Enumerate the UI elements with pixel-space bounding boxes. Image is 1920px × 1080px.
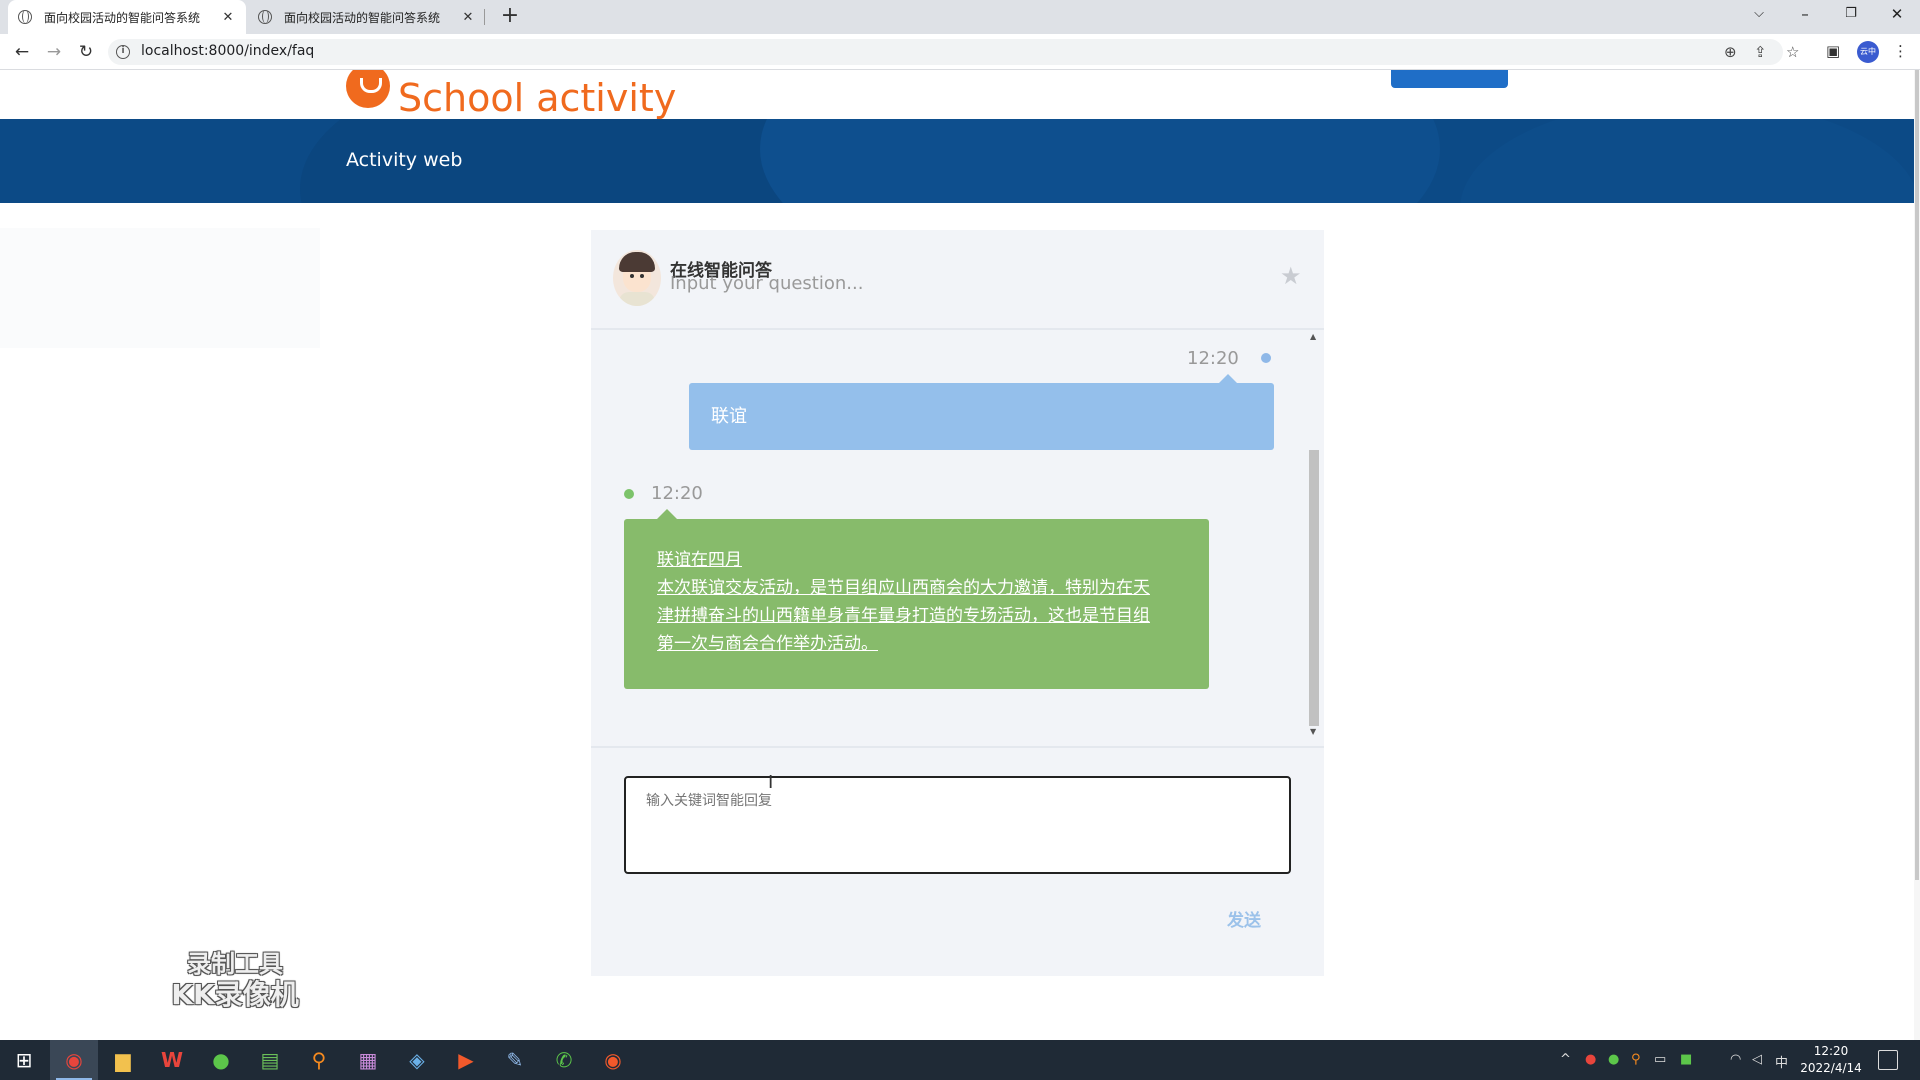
globe-icon: [258, 10, 272, 24]
browser-tab-2[interactable]: 面向校园活动的智能问答系统 ✕: [248, 0, 486, 34]
wps-icon[interactable]: W: [148, 1040, 196, 1080]
scroll-up-icon[interactable]: ▲: [1310, 332, 1316, 341]
wechat-icon[interactable]: ✆: [540, 1040, 588, 1080]
chrome-icon[interactable]: ◉: [50, 1040, 98, 1080]
page-scrollbar-thumb[interactable]: [1915, 70, 1919, 880]
text-cursor-icon: I: [768, 772, 774, 793]
taskbar-clock[interactable]: 12:20 2022/4/14: [1796, 1043, 1866, 1077]
tab-close-icon[interactable]: ✕: [460, 10, 476, 25]
tray-search-icon[interactable]: ⚲: [1631, 1052, 1641, 1067]
volume-icon[interactable]: ◁: [1752, 1052, 1762, 1067]
tab-title: 面向校园活动的智能问答系统: [284, 10, 441, 25]
game-icon[interactable]: ▦: [344, 1040, 392, 1080]
bot-message-line[interactable]: 联谊在四月: [657, 546, 1177, 574]
tab-title: 面向校园活动的智能问答系统: [44, 10, 201, 25]
message-list: 12:20 联谊 12:20 联谊在四月 本次联谊交友活动，是节目组应山西商会的…: [591, 332, 1324, 736]
editor-icon[interactable]: ✎: [491, 1040, 539, 1080]
tray-app-icon[interactable]: ■: [1680, 1052, 1692, 1067]
star-icon[interactable]: ★: [1280, 262, 1302, 290]
watermark-line: 录制工具: [187, 950, 283, 978]
app-icon[interactable]: ●: [197, 1040, 245, 1080]
tray-device-icon[interactable]: ▭: [1654, 1052, 1666, 1067]
send-button[interactable]: 发送: [1227, 906, 1261, 931]
user-message-bubble: 联谊: [689, 374, 1274, 450]
taskbar: ⊞ ◉ ▆ W ● ▤ ⚲ ▦ ◈ ▶ ✎ ✆ ◉ ^ ● ● ⚲ ▭ ■ ◠ …: [0, 1040, 1920, 1080]
message-scrollbar[interactable]: ▲ ▼: [1309, 332, 1319, 736]
clock-date: 2022/4/14: [1800, 1061, 1862, 1075]
tray-wechat-icon[interactable]: ●: [1608, 1052, 1619, 1067]
divider: [591, 746, 1324, 748]
message-time: 12:20: [1187, 348, 1239, 369]
menu-kebab-icon[interactable]: ⋮: [1893, 42, 1908, 60]
notepad-icon[interactable]: ▤: [246, 1040, 294, 1080]
share-icon[interactable]: ⇪: [1754, 43, 1767, 61]
watermark-line: KK录像机: [171, 978, 299, 1011]
notification-icon[interactable]: [1878, 1050, 1898, 1070]
tab-search-chevron-icon[interactable]: ⌵: [1736, 0, 1782, 30]
ime-indicator[interactable]: 中: [1775, 1052, 1788, 1071]
browser-tab-1[interactable]: 面向校园活动的智能问答系统 ✕: [8, 0, 246, 34]
clock-time: 12:20: [1813, 1044, 1849, 1058]
message-input[interactable]: [624, 776, 1291, 874]
page-scrollbar[interactable]: [1914, 70, 1920, 1040]
address-bar[interactable]: i localhost:8000/index/faq ⊕ ⇪ ☆: [108, 39, 1799, 65]
forward-arrow-icon[interactable]: →: [42, 40, 66, 64]
tray-shield-icon[interactable]: ●: [1585, 1052, 1596, 1067]
bot-message-line[interactable]: 津拼搏奋斗的山西籍单身青年量身打造的专场活动，这也是节目组: [657, 602, 1177, 630]
slides-icon[interactable]: ▶: [442, 1040, 490, 1080]
windows-start-icon[interactable]: ⊞: [0, 1040, 48, 1080]
side-placeholder: [0, 228, 320, 348]
bot-message-bubble[interactable]: 联谊在四月 本次联谊交友活动，是节目组应山西商会的大力邀请，特别为在天 津拼搏奋…: [624, 509, 1209, 689]
banner-title: Activity web: [346, 149, 463, 171]
zoom-icon[interactable]: ⊕: [1724, 43, 1737, 61]
site-info-icon[interactable]: i: [116, 45, 130, 59]
app-icon[interactable]: ◈: [393, 1040, 441, 1080]
bot-status-dot: [624, 489, 634, 499]
chat-panel: 在线智能问答 Input your question... ★ 12:20 联谊…: [591, 230, 1324, 976]
search-app-icon[interactable]: ⚲: [295, 1040, 343, 1080]
profile-avatar[interactable]: 云中: [1857, 41, 1879, 63]
banner-decoration: [760, 119, 1440, 203]
user-status-dot: [1261, 353, 1271, 363]
recorder-watermark: 录制工具 KK录像机: [160, 950, 310, 1012]
file-explorer-icon[interactable]: ▆: [99, 1040, 147, 1080]
chat-subtitle: Input your question...: [670, 273, 864, 294]
scroll-down-icon[interactable]: ▼: [1310, 727, 1316, 736]
new-tab-button[interactable]: +: [498, 5, 522, 29]
close-window-button[interactable]: ✕: [1874, 0, 1920, 30]
restore-button[interactable]: ❐: [1828, 0, 1874, 30]
back-arrow-icon[interactable]: ←: [10, 40, 34, 64]
tab-divider: [484, 9, 485, 25]
network-icon[interactable]: ◠: [1730, 1052, 1741, 1067]
banner: Activity web: [0, 119, 1915, 203]
message-time: 12:20: [651, 483, 703, 504]
browser-toolbar: ← → ↻ i localhost:8000/index/faq ⊕ ⇪ ☆ ▣…: [0, 34, 1920, 70]
banner-decoration: [1460, 119, 1915, 203]
tab-close-icon[interactable]: ✕: [220, 10, 236, 25]
bot-message-line[interactable]: 第一次与商会合作举办活动。: [657, 630, 1177, 658]
side-panel-icon[interactable]: ▣: [1826, 42, 1840, 60]
logo-text: School activity: [398, 76, 677, 120]
chat-header: 在线智能问答 Input your question... ★: [591, 230, 1324, 330]
bot-message-line[interactable]: 本次联谊交友活动，是节目组应山西商会的大力邀请，特别为在天: [657, 574, 1177, 602]
assistant-avatar: [613, 250, 661, 306]
logo-mark-icon: [346, 70, 390, 108]
scrollbar-thumb[interactable]: [1309, 450, 1319, 726]
url-text: localhost:8000/index/faq: [141, 43, 315, 59]
tray-chevron-icon[interactable]: ^: [1560, 1052, 1571, 1067]
header-action-button[interactable]: [1391, 70, 1508, 88]
recorder-icon[interactable]: ◉: [589, 1040, 637, 1080]
globe-icon: [18, 10, 32, 24]
minimize-button[interactable]: –: [1782, 0, 1828, 30]
bookmark-star-icon[interactable]: ☆: [1786, 43, 1799, 61]
reload-icon[interactable]: ↻: [74, 40, 98, 64]
page-viewport: School activity Activity web 在线智能问答 Inpu…: [0, 70, 1920, 1040]
browser-tab-bar: 面向校园活动的智能问答系统 ✕ 面向校园活动的智能问答系统 ✕ + ⌵ – ❐ …: [0, 0, 1920, 34]
